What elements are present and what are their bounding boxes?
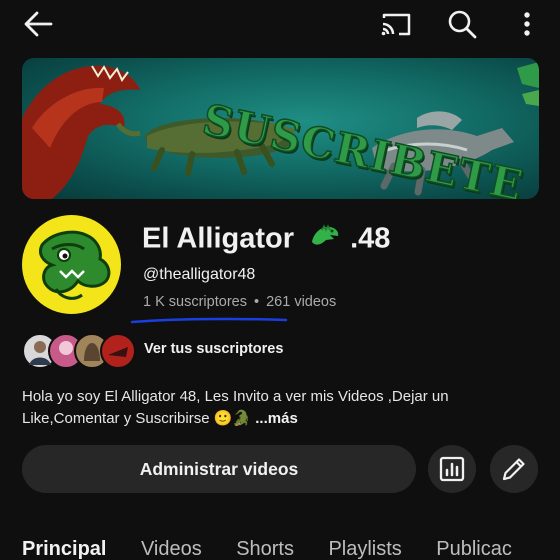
- channel-avatar[interactable]: [22, 215, 121, 314]
- subscriber-avatars[interactable]: [22, 333, 136, 369]
- annotation-underline: [130, 317, 288, 324]
- tab-videos[interactable]: Videos: [141, 538, 202, 560]
- tab-principal[interactable]: Principal: [22, 538, 106, 560]
- channel-description[interactable]: Hola yo soy El Alligator 48, Les Invito …: [22, 386, 542, 430]
- alligator-emoji-icon: [308, 222, 340, 258]
- back-button[interactable]: [20, 8, 56, 40]
- search-button[interactable]: [444, 8, 480, 40]
- description-more-link[interactable]: ...más: [255, 410, 298, 427]
- search-icon: [448, 10, 477, 39]
- channel-banner[interactable]: SUSCRIBETE: [22, 58, 539, 199]
- manage-videos-button[interactable]: Administrar videos: [22, 445, 416, 493]
- arrow-left-icon: [24, 11, 53, 37]
- cast-button[interactable]: [378, 8, 414, 40]
- cast-icon: [381, 13, 411, 36]
- channel-stats: 1 K suscriptores • 261 videos: [143, 294, 336, 310]
- alligator-logo: [38, 230, 111, 300]
- tab-publicaciones[interactable]: Publicac: [436, 538, 512, 560]
- subscriber-count: 1 K suscriptores: [143, 294, 247, 310]
- channel-handle: @thealligator48: [143, 266, 256, 283]
- tab-playlists[interactable]: Playlists: [328, 538, 401, 560]
- channel-name: El Alligator .48: [142, 222, 390, 258]
- analytics-icon: [439, 456, 465, 482]
- video-count: 261 videos: [266, 294, 337, 310]
- channel-tabs: Principal Videos Shorts Playlists Public…: [22, 538, 560, 560]
- more-vertical-icon: [524, 12, 530, 36]
- more-options-button[interactable]: [515, 8, 539, 40]
- description-text: Hola yo soy El Alligator 48, Les Invito …: [22, 388, 449, 427]
- channel-name-text: El Alligator: [142, 222, 294, 255]
- view-subscribers-link[interactable]: Ver tus suscriptores: [144, 341, 283, 357]
- tab-shorts[interactable]: Shorts: [236, 538, 294, 560]
- stats-separator: •: [254, 294, 260, 310]
- channel-name-suffix: .48: [350, 222, 391, 255]
- analytics-button[interactable]: [428, 445, 476, 493]
- pencil-icon: [502, 458, 525, 481]
- subscriber-avatar: [100, 333, 136, 369]
- edit-channel-button[interactable]: [490, 445, 538, 493]
